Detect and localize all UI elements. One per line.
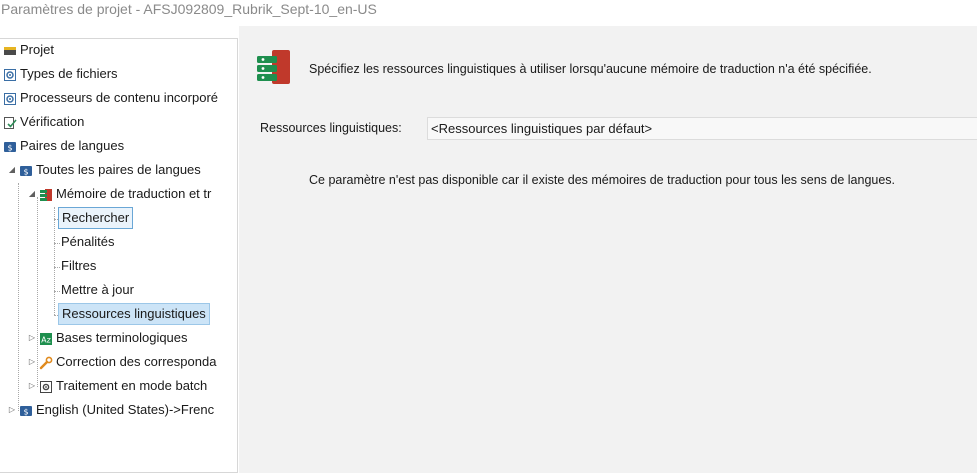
language-pairs-icon: $ (3, 139, 17, 153)
tree-item-types-fichiers[interactable]: Types de fichiers (3, 63, 121, 85)
tree-item-label: Processeurs de contenu incorporé (20, 90, 219, 105)
tree-item-ressources-linguistiques[interactable]: Ressources linguistiques (58, 303, 210, 325)
tree-item-label: English (United States)->Frenc (36, 402, 215, 417)
processor-gear-icon (3, 91, 17, 105)
language-resources-label: Ressources linguistiques: (260, 121, 402, 135)
panel-description: Spécifiez les ressources linguistiques à… (309, 62, 872, 76)
tree-item-penalites[interactable]: Pénalités (58, 231, 117, 253)
tree-item-label: Bases terminologiques (56, 330, 188, 345)
language-pairs-icon: $ (19, 403, 33, 417)
svg-text:$: $ (7, 144, 12, 153)
file-types-gear-icon (3, 67, 17, 81)
expand-arrow-icon[interactable]: ▷ (27, 333, 37, 343)
svg-text:Az: Az (41, 336, 51, 345)
batch-processing-icon (39, 379, 53, 393)
tree-item-filtres[interactable]: Filtres (58, 255, 99, 277)
tree-item-english-pair[interactable]: ▷ $ English (United States)->Frenc (7, 399, 217, 421)
tree-item-label: Pénalités (61, 234, 115, 249)
tree-item-label: Ressources linguistiques (58, 303, 210, 325)
tree-item-label: Paires de langues (20, 138, 125, 153)
settings-panel: Spécifiez les ressources linguistiques à… (239, 26, 977, 473)
tree-item-correction[interactable]: ▷ Correction des correspondа (27, 351, 219, 373)
svg-text:$: $ (23, 408, 28, 417)
tree-item-label: Filtres (61, 258, 97, 273)
language-resources-select[interactable]: <Ressources linguistiques par défaut> (427, 117, 977, 140)
tree-item-label: Types de fichiers (20, 66, 118, 81)
tree-item-mettre-a-jour[interactable]: Mettre à jour (58, 279, 137, 301)
tree-item-label: Vérification (20, 114, 85, 129)
tree-item-label: Traitement en mode batch (56, 378, 208, 393)
tree-item-label: Mémoire de traduction et tr (56, 186, 212, 201)
collapse-arrow-icon[interactable]: ◢ (7, 165, 17, 175)
termbase-icon: Az (39, 331, 53, 345)
svg-text:$: $ (23, 168, 28, 177)
unavailable-note: Ce paramètre n'est pas disponible car il… (309, 173, 896, 187)
tree-item-traitement[interactable]: ▷ Traitement en mode batch (27, 375, 210, 397)
tree-item-paires-langues[interactable]: $ Paires de langues (3, 135, 127, 157)
tree-item-bases-terminologiques[interactable]: ▷ Az Bases terminologiques (27, 327, 191, 349)
collapse-arrow-icon[interactable]: ◢ (27, 189, 37, 199)
expand-arrow-icon[interactable]: ▷ (27, 357, 37, 367)
title-bar: Paramètres de projet - AFSJ092809_Rubrik… (0, 0, 977, 26)
verification-check-icon (3, 115, 17, 129)
wrench-icon (39, 355, 53, 370)
tree-item-label: Projet (20, 42, 54, 57)
tree-item-memoire[interactable]: ◢ Mémoire de traduction et tr (27, 183, 214, 205)
tree-item-processeurs[interactable]: Processeurs de contenu incorporé (3, 87, 221, 109)
language-pairs-icon: $ (19, 163, 33, 177)
translation-memory-icon (39, 187, 53, 201)
expand-arrow-icon[interactable]: ▷ (27, 381, 37, 391)
tree-connector (18, 183, 19, 411)
tree-item-projet[interactable]: Projet (3, 39, 57, 61)
tree-item-label: Correction des correspondа (56, 354, 217, 369)
tree-item-label: Rechercher (58, 207, 134, 229)
tree-item-toutes-paires[interactable]: ◢ $ Toutes les paires de langues (7, 159, 204, 181)
window-title: Paramètres de projet - AFSJ092809_Rubrik… (1, 1, 377, 17)
tree-item-rechercher[interactable]: Rechercher (58, 207, 134, 229)
expand-arrow-icon[interactable]: ▷ (7, 405, 17, 415)
tree-item-label: Toutes les paires de langues (36, 162, 201, 177)
project-icon (3, 43, 17, 57)
tree-item-verification[interactable]: Vérification (3, 111, 87, 133)
tree-connector (54, 207, 55, 315)
settings-tree[interactable]: Projet Types de fichiers Processeurs de … (0, 38, 238, 473)
tree-item-label: Mettre à jour (61, 282, 134, 297)
translation-memory-icon (255, 48, 295, 88)
